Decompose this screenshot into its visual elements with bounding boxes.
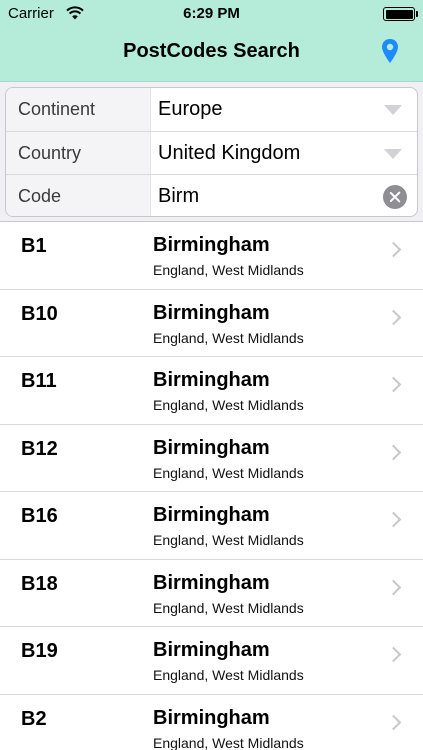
result-postcode: B12 — [21, 437, 58, 460]
result-city: Birmingham — [153, 234, 270, 256]
code-search-input[interactable] — [158, 175, 378, 216]
status-bar: Carrier 6:29 PM — [0, 0, 423, 28]
result-postcode: B2 — [21, 707, 47, 730]
chevron-right-icon — [385, 646, 402, 663]
dropdown-arrow-icon[interactable] — [384, 105, 402, 115]
result-postcode: B11 — [21, 370, 57, 392]
result-city: Birmingham — [153, 504, 270, 526]
result-postcode: B18 — [21, 572, 58, 595]
result-region: England, West Midlands — [153, 532, 304, 548]
result-row[interactable]: B16 Birmingham England, West Midlands — [0, 492, 423, 560]
result-row[interactable]: B10 Birmingham England, West Midlands — [0, 290, 423, 357]
battery-icon — [383, 7, 418, 21]
result-city: Birmingham — [153, 639, 270, 661]
chevron-right-icon — [385, 376, 402, 393]
page-title: PostCodes Search — [123, 40, 300, 62]
result-city: Birmingham — [153, 301, 270, 324]
search-form-area: Continent Europe Country United Kingdom … — [0, 82, 423, 222]
result-region: England, West Midlands — [153, 397, 304, 413]
result-row[interactable]: B18 Birmingham England, West Midlands — [0, 560, 423, 627]
chevron-right-icon — [385, 309, 402, 325]
country-label: Country — [6, 132, 151, 174]
result-postcode: B19 — [21, 640, 58, 662]
result-region: England, West Midlands — [153, 599, 304, 616]
code-label: Code — [6, 175, 151, 216]
result-region: England, West Midlands — [153, 262, 304, 278]
result-city: Birmingham — [153, 369, 270, 391]
result-region: England, West Midlands — [153, 734, 304, 750]
dropdown-arrow-icon[interactable] — [384, 149, 402, 159]
chevron-right-icon — [385, 511, 402, 528]
result-row[interactable]: B2 Birmingham England, West Midlands — [0, 695, 423, 750]
result-region: England, West Midlands — [153, 329, 304, 346]
status-time: 6:29 PM — [183, 5, 240, 22]
search-form: Continent Europe Country United Kingdom … — [5, 87, 418, 217]
result-row[interactable]: B19 Birmingham England, West Midlands — [0, 627, 423, 695]
chevron-right-icon — [385, 444, 402, 460]
app-header: Carrier 6:29 PM PostCodes Search — [0, 0, 423, 82]
result-row[interactable]: B1 Birmingham England, West Midlands — [0, 222, 423, 290]
chevron-right-icon — [385, 714, 402, 730]
chevron-right-icon — [385, 579, 402, 595]
continent-label: Continent — [6, 88, 151, 131]
continent-row[interactable]: Continent Europe — [6, 88, 417, 131]
results-list: B1 Birmingham England, West Midlands B10 Bir… — [0, 222, 423, 750]
result-row[interactable]: B12 Birmingham England, West Midlands — [0, 425, 423, 492]
result-city: Birmingham — [153, 436, 270, 459]
location-pin-icon[interactable] — [380, 38, 400, 64]
result-region: England, West Midlands — [153, 464, 304, 481]
result-row[interactable]: B11 Birmingham England, West Midlands — [0, 357, 423, 425]
result-postcode: B16 — [21, 505, 58, 527]
clear-icon[interactable] — [383, 185, 407, 209]
result-postcode: B1 — [21, 235, 47, 257]
result-city: Birmingham — [153, 571, 270, 594]
result-postcode: B10 — [21, 302, 58, 325]
continent-value[interactable]: Europe — [158, 88, 223, 131]
country-value[interactable]: United Kingdom — [158, 132, 300, 174]
code-row[interactable]: Code — [6, 174, 417, 216]
country-row[interactable]: Country United Kingdom — [6, 131, 417, 174]
chevron-right-icon — [385, 241, 402, 258]
result-city: Birmingham — [153, 706, 270, 729]
result-region: England, West Midlands — [153, 667, 304, 683]
